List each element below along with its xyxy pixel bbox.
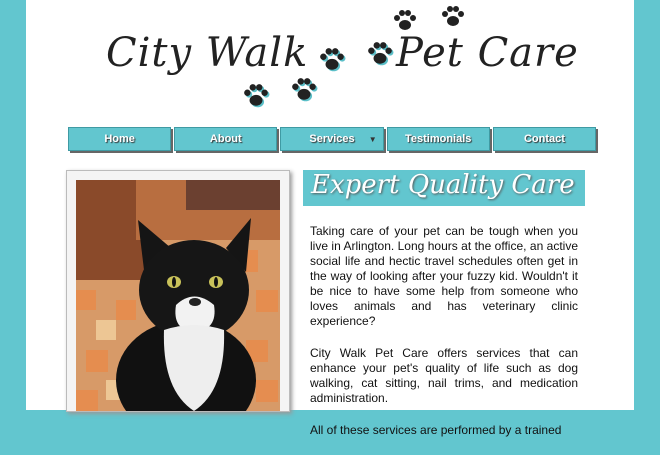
nav-testimonials[interactable]: Testimonials (386, 127, 490, 151)
nav-contact[interactable]: Contact (492, 127, 597, 151)
nav-testimonials-label: Testimonials (404, 133, 472, 145)
logo-text-city-walk[interactable]: City Walk (106, 30, 308, 76)
nav-services-label: Services (309, 133, 355, 145)
paw-print-icon (394, 10, 416, 30)
dropdown-caret-icon: ▼ (368, 135, 377, 144)
paw-print-icon (292, 78, 318, 102)
nav-about[interactable]: About (174, 127, 278, 151)
paw-print-icon (368, 42, 394, 66)
trained-paragraph: All of these services are performed by a… (310, 423, 562, 437)
logo-text-pet-care[interactable]: Pet Care (396, 30, 579, 76)
cat-photo-frame (66, 170, 290, 412)
nav-home[interactable]: Home (68, 127, 172, 151)
nav-contact-label: Contact (523, 133, 565, 145)
nav-services[interactable]: Services ▼ (280, 127, 384, 151)
nav-about-label: About (209, 133, 242, 145)
services-paragraph: City Walk Pet Care offers services that … (310, 346, 578, 405)
cat-photo (76, 180, 280, 411)
paw-print-icon (320, 48, 346, 72)
intro-paragraph: Taking care of your pet can be tough whe… (310, 224, 578, 328)
page-container: City Walk Pet Care Home About Services ▼ … (26, 0, 634, 437)
nav-home-label: Home (104, 133, 135, 145)
main-nav: Home About Services ▼ Testimonials Contac… (68, 127, 597, 151)
page-headline: Expert Quality Care (311, 170, 575, 200)
paw-print-icon (442, 6, 464, 26)
main-content: Taking care of your pet can be tough whe… (310, 224, 578, 455)
paw-print-icon (244, 84, 270, 108)
